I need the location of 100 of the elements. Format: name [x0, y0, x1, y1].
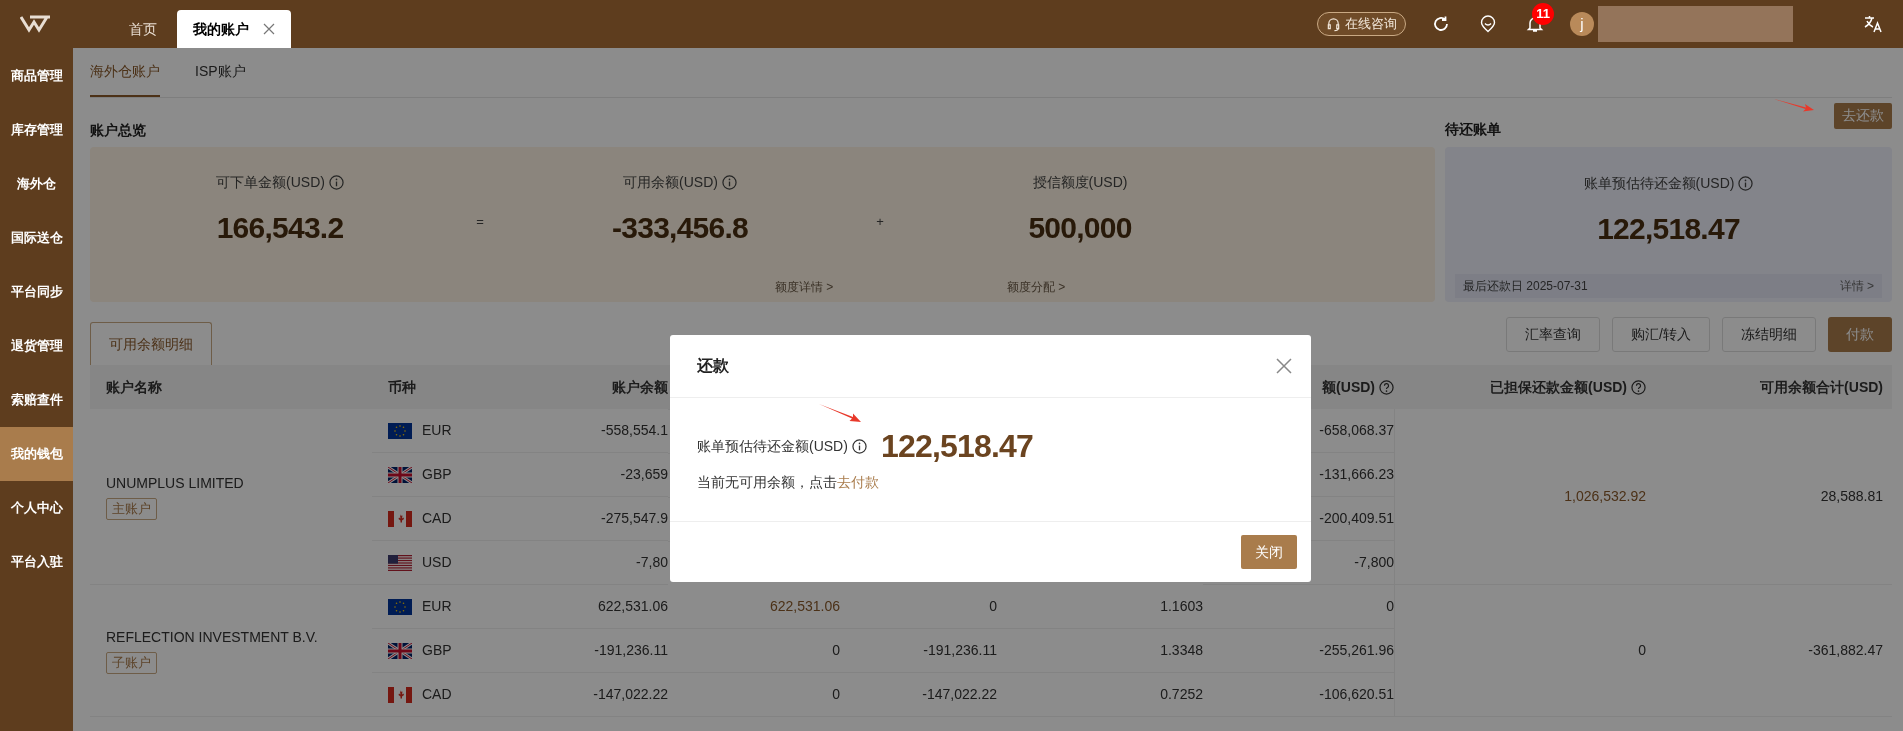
table-cell-text: -191,236.11 — [594, 641, 668, 660]
action-button[interactable]: 汇率查询 — [1506, 317, 1601, 352]
table-cell-text: -7,80 — [636, 553, 668, 572]
operator-sign: = — [475, 213, 485, 231]
table-cell-text: 0 — [832, 685, 840, 704]
column-header: 额(USD) — [1322, 376, 1394, 398]
table-cell-text: -658,068.37 — [1319, 421, 1394, 440]
action-button[interactable]: 购汇/转入 — [1612, 317, 1710, 352]
table-cell-text: -106,620.51 — [1319, 685, 1394, 704]
credit-details-link[interactable]: 额度详情 > — [775, 278, 834, 296]
info-icon — [851, 438, 867, 454]
pay-link[interactable]: 去付款 — [837, 474, 879, 490]
close-icon[interactable] — [1276, 358, 1292, 374]
operator-sign: + — [875, 213, 885, 231]
notification-badge: 11 — [1532, 3, 1554, 25]
section-title: 账户总览 — [90, 121, 146, 140]
currency-code: CAD — [422, 685, 452, 704]
section-title: 待还账单 — [1445, 120, 1501, 139]
sidebar-item[interactable]: 个人中心 — [0, 481, 73, 535]
flag-icon — [388, 642, 412, 659]
account-tab[interactable]: ISP账户 — [195, 48, 246, 97]
currency-code: GBP — [422, 465, 452, 484]
table-cell-text: 0 — [832, 641, 840, 660]
bill-details-link[interactable]: 详情 > — [1839, 277, 1874, 295]
metric-value: 166,543.2 — [216, 210, 344, 246]
table-cell-text: 0 — [989, 597, 997, 616]
metric-value: 500,000 — [1028, 210, 1132, 246]
account-name: REFLECTION INVESTMENT B.V. — [106, 628, 319, 647]
location-pin-icon[interactable] — [1479, 15, 1497, 33]
repay-button[interactable]: 去还款 — [1834, 102, 1892, 129]
table-cell-text: 28,588.81 — [1820, 487, 1883, 506]
translate-icon[interactable] — [1863, 14, 1883, 34]
currency-code: USD — [422, 553, 452, 572]
info-icon — [1738, 176, 1754, 191]
due-date-text: 最后还款日 2025-07-31 — [1463, 278, 1588, 295]
metric-label: 账单预估待还金额(USD) — [1583, 173, 1754, 194]
notice-text: 当前无可用余额，点击去付款 — [697, 473, 880, 492]
flag-icon — [388, 466, 412, 483]
sidebar-item[interactable]: 库存管理 — [0, 103, 73, 157]
headset-icon — [1326, 16, 1341, 32]
table-cell-text: -191,236.11 — [923, 641, 997, 660]
metric-value: -333,456.8 — [612, 210, 748, 246]
flag-icon — [388, 554, 412, 571]
info-icon — [721, 175, 737, 190]
table-cell-text: -255,261.96 — [1319, 641, 1394, 660]
column-header: 账户名称 — [106, 377, 162, 397]
currency-code: GBP — [422, 641, 452, 660]
sidebar-item[interactable]: 平台同步 — [0, 265, 73, 319]
metric-label: 授信额度(USD) — [1032, 173, 1128, 192]
table-cell-text: -558,554.1 — [601, 421, 668, 440]
table-cell[interactable]: 1,026,532.92 — [1564, 486, 1646, 507]
currency-code: CAD — [422, 509, 452, 528]
action-button[interactable]: 付款 — [1828, 317, 1892, 352]
table-cell-text: -147,022.22 — [922, 685, 997, 704]
page-tab[interactable]: 首页 — [113, 10, 173, 48]
amount-label: 账单预估待还金额(USD) — [697, 435, 867, 457]
metric-value: 122,518.47 — [1597, 211, 1740, 247]
table-cell-text: 1.3348 — [1160, 641, 1203, 660]
sidebar-item[interactable]: 退货管理 — [0, 319, 73, 373]
account-name: UNUMPLUS LIMITED — [106, 474, 245, 493]
account-tab[interactable]: 海外仓账户 — [90, 48, 160, 97]
table-cell-text: -361,882.47 — [1808, 641, 1883, 660]
column-header: 已担保还款金额(USD) — [1490, 376, 1646, 398]
amount-value: 122,518.47 — [880, 427, 1034, 466]
sidebar-item[interactable]: 我的钱包 — [0, 427, 73, 481]
table-cell-text: 622,531.06 — [597, 597, 668, 616]
metric-label: 可下单金额(USD) — [216, 172, 344, 193]
refresh-icon[interactable] — [1432, 15, 1450, 33]
currency-code: EUR — [422, 597, 452, 616]
table-cell-text: -147,022.22 — [593, 685, 668, 704]
credit-allocation-link[interactable]: 额度分配 > — [1007, 278, 1066, 296]
currency-code: EUR — [422, 421, 452, 440]
detail-tab[interactable]: 可用余额明细 — [90, 322, 212, 365]
table-cell-text: 0 — [1386, 597, 1394, 616]
page-tab[interactable]: 我的账户 — [177, 10, 291, 48]
sidebar-item[interactable]: 索赔查件 — [0, 373, 73, 427]
table-cell-text: -131,666.23 — [1319, 465, 1394, 484]
column-header: 币种 — [388, 377, 416, 397]
flag-icon — [388, 422, 412, 439]
table-cell-text: -7,800 — [1354, 553, 1394, 572]
column-header: 可用余额合计(USD) — [1760, 377, 1883, 397]
column-header: 账户余额 — [612, 377, 668, 397]
table-cell-text: 0.7252 — [1160, 685, 1203, 704]
flag-icon — [388, 598, 412, 615]
close-button[interactable]: 关闭 — [1241, 535, 1297, 569]
table-cell-text: -200,409.51 — [1319, 509, 1394, 528]
table-cell-text: -275,547.9 — [601, 509, 668, 528]
account-type-tag: 主账户 — [106, 498, 157, 520]
online-support-button[interactable]: 在线咨询 — [1317, 12, 1406, 36]
table-cell-text: -23,659 — [620, 465, 668, 484]
sidebar-item[interactable]: 国际送仓 — [0, 211, 73, 265]
sidebar-item[interactable]: 平台入驻 — [0, 535, 73, 589]
avatar[interactable]: j — [1570, 12, 1594, 36]
close-icon[interactable] — [263, 23, 275, 35]
sidebar-item[interactable]: 海外仓 — [0, 157, 73, 211]
sidebar-item[interactable]: 商品管理 — [0, 49, 73, 103]
account-type-tag: 子账户 — [106, 652, 157, 674]
action-button[interactable]: 冻结明细 — [1722, 317, 1816, 352]
table-cell[interactable]: 622,531.06 — [769, 596, 840, 617]
help-icon — [1631, 379, 1646, 395]
